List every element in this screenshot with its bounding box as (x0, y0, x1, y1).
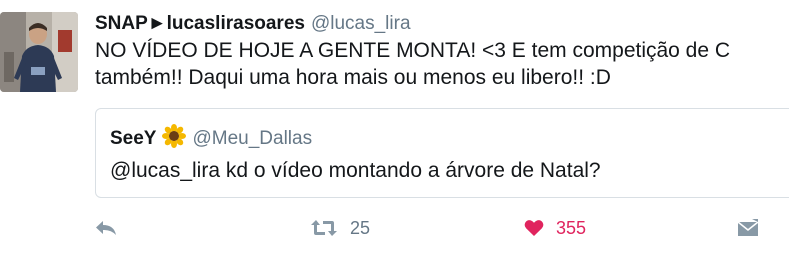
quoted-tweet-text: @lucas_lira kd o vídeo montando a árvore… (110, 159, 601, 182)
direct-message-button[interactable] (736, 212, 760, 244)
quoted-author-name: SeeY (110, 128, 157, 149)
tweet-text-line: também!! Daqui uma hora mais ou menos eu… (95, 66, 611, 89)
heart-icon (524, 219, 544, 237)
tweet-header: SNAP►lucaslirasoares @lucas_lira (95, 12, 411, 36)
tweet: SNAP►lucaslirasoares @lucas_lira NO VÍDEO… (0, 0, 789, 263)
author-handle[interactable]: @lucas_lira (311, 13, 411, 34)
tweet-actions: 25 355 (0, 212, 789, 244)
quoted-tweet[interactable]: SeeY @Meu_Dallas @lucas_lira kd o vídeo … (95, 108, 789, 198)
envelope-icon (736, 218, 760, 238)
avatar[interactable] (0, 12, 78, 92)
retweet-icon (310, 218, 338, 238)
retweet-button[interactable]: 25 (310, 212, 370, 244)
tweet-text: NO VÍDEO DE HOJE A GENTE MONTA! <3 E tem… (95, 37, 789, 91)
quoted-author-handle: @Meu_Dallas (192, 128, 313, 149)
tweet-text-line: NO VÍDEO DE HOJE A GENTE MONTA! <3 E tem… (95, 39, 731, 62)
author-display-name[interactable]: SNAP►lucaslirasoares (95, 13, 305, 34)
reply-button[interactable] (94, 212, 118, 244)
reply-icon (94, 218, 118, 238)
quoted-tweet-header: SeeY @Meu_Dallas (110, 124, 312, 155)
like-count: 355 (556, 217, 587, 238)
sunflower-icon (162, 124, 187, 155)
retweet-count: 25 (350, 217, 371, 238)
like-button[interactable]: 355 (524, 212, 586, 244)
